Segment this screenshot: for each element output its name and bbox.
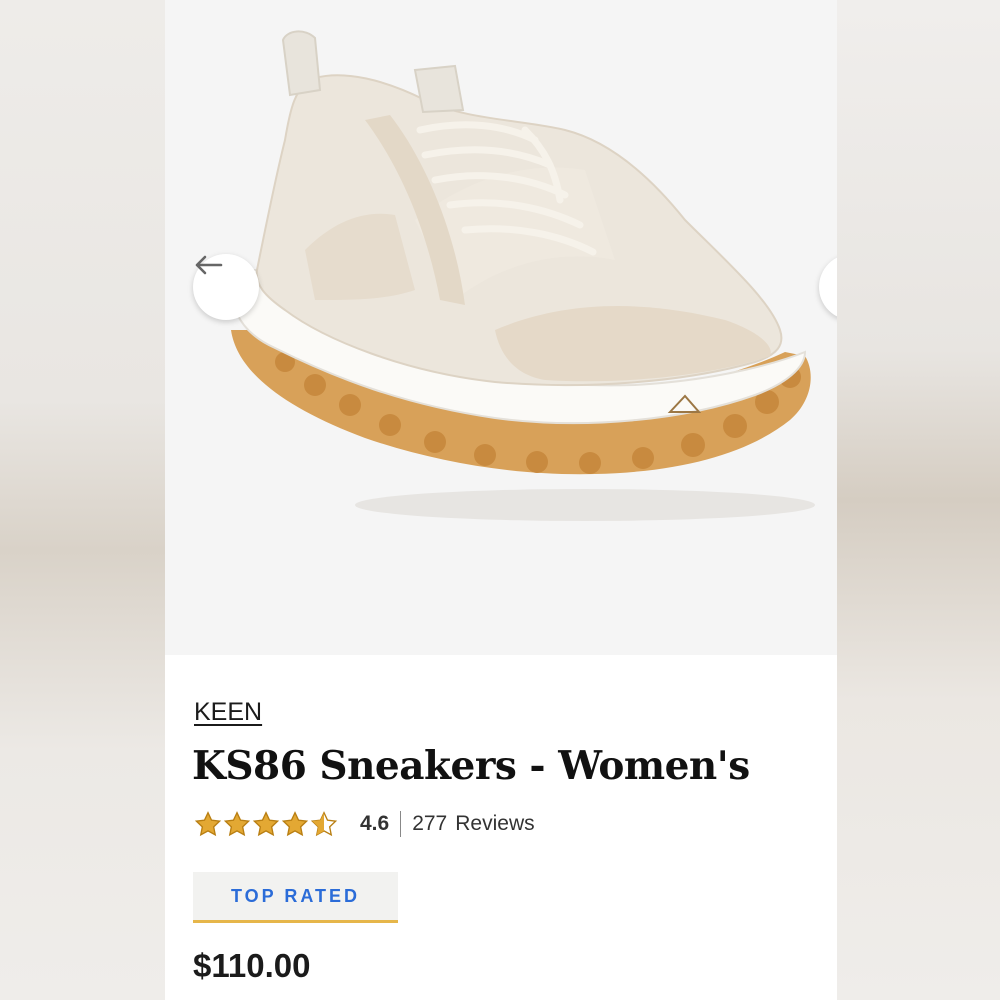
product-title: KS86 Sneakers - Women's: [192, 743, 750, 789]
star-icon: [252, 811, 280, 837]
rating-summary[interactable]: 4.6 277 Reviews: [194, 810, 543, 838]
rating-value: 4.6: [360, 812, 390, 835]
product-image: [231, 30, 815, 521]
rating-divider: [400, 811, 402, 837]
tongue-tab: [413, 64, 465, 114]
star-icon: [223, 811, 251, 837]
half-star-icon: [310, 811, 338, 837]
previous-image-button[interactable]: [193, 254, 259, 320]
background-right: [837, 0, 1000, 1000]
shoe-shadow: [355, 489, 815, 521]
top-rated-badge: TOP RATED: [193, 872, 398, 923]
star-icon: [194, 811, 222, 837]
product-info: KEEN KS86 Sneakers - Women's 4.6 277 Revi…: [165, 655, 837, 1000]
review-label: Reviews: [455, 812, 535, 835]
arrow-left-icon: [195, 255, 223, 275]
brand-link[interactable]: KEEN: [194, 698, 262, 727]
star-rating: [194, 811, 338, 837]
product-page: KEEN KS86 Sneakers - Women's 4.6 277 Revi…: [165, 0, 837, 1000]
product-image-gallery[interactable]: [165, 0, 837, 655]
heel-pull-tab: [281, 30, 322, 97]
review-count: 277: [412, 812, 448, 835]
background-left: [0, 0, 165, 1000]
star-icon: [281, 811, 309, 837]
product-price: $110.00: [193, 947, 311, 984]
reviews-link[interactable]: 277 Reviews: [412, 812, 542, 836]
